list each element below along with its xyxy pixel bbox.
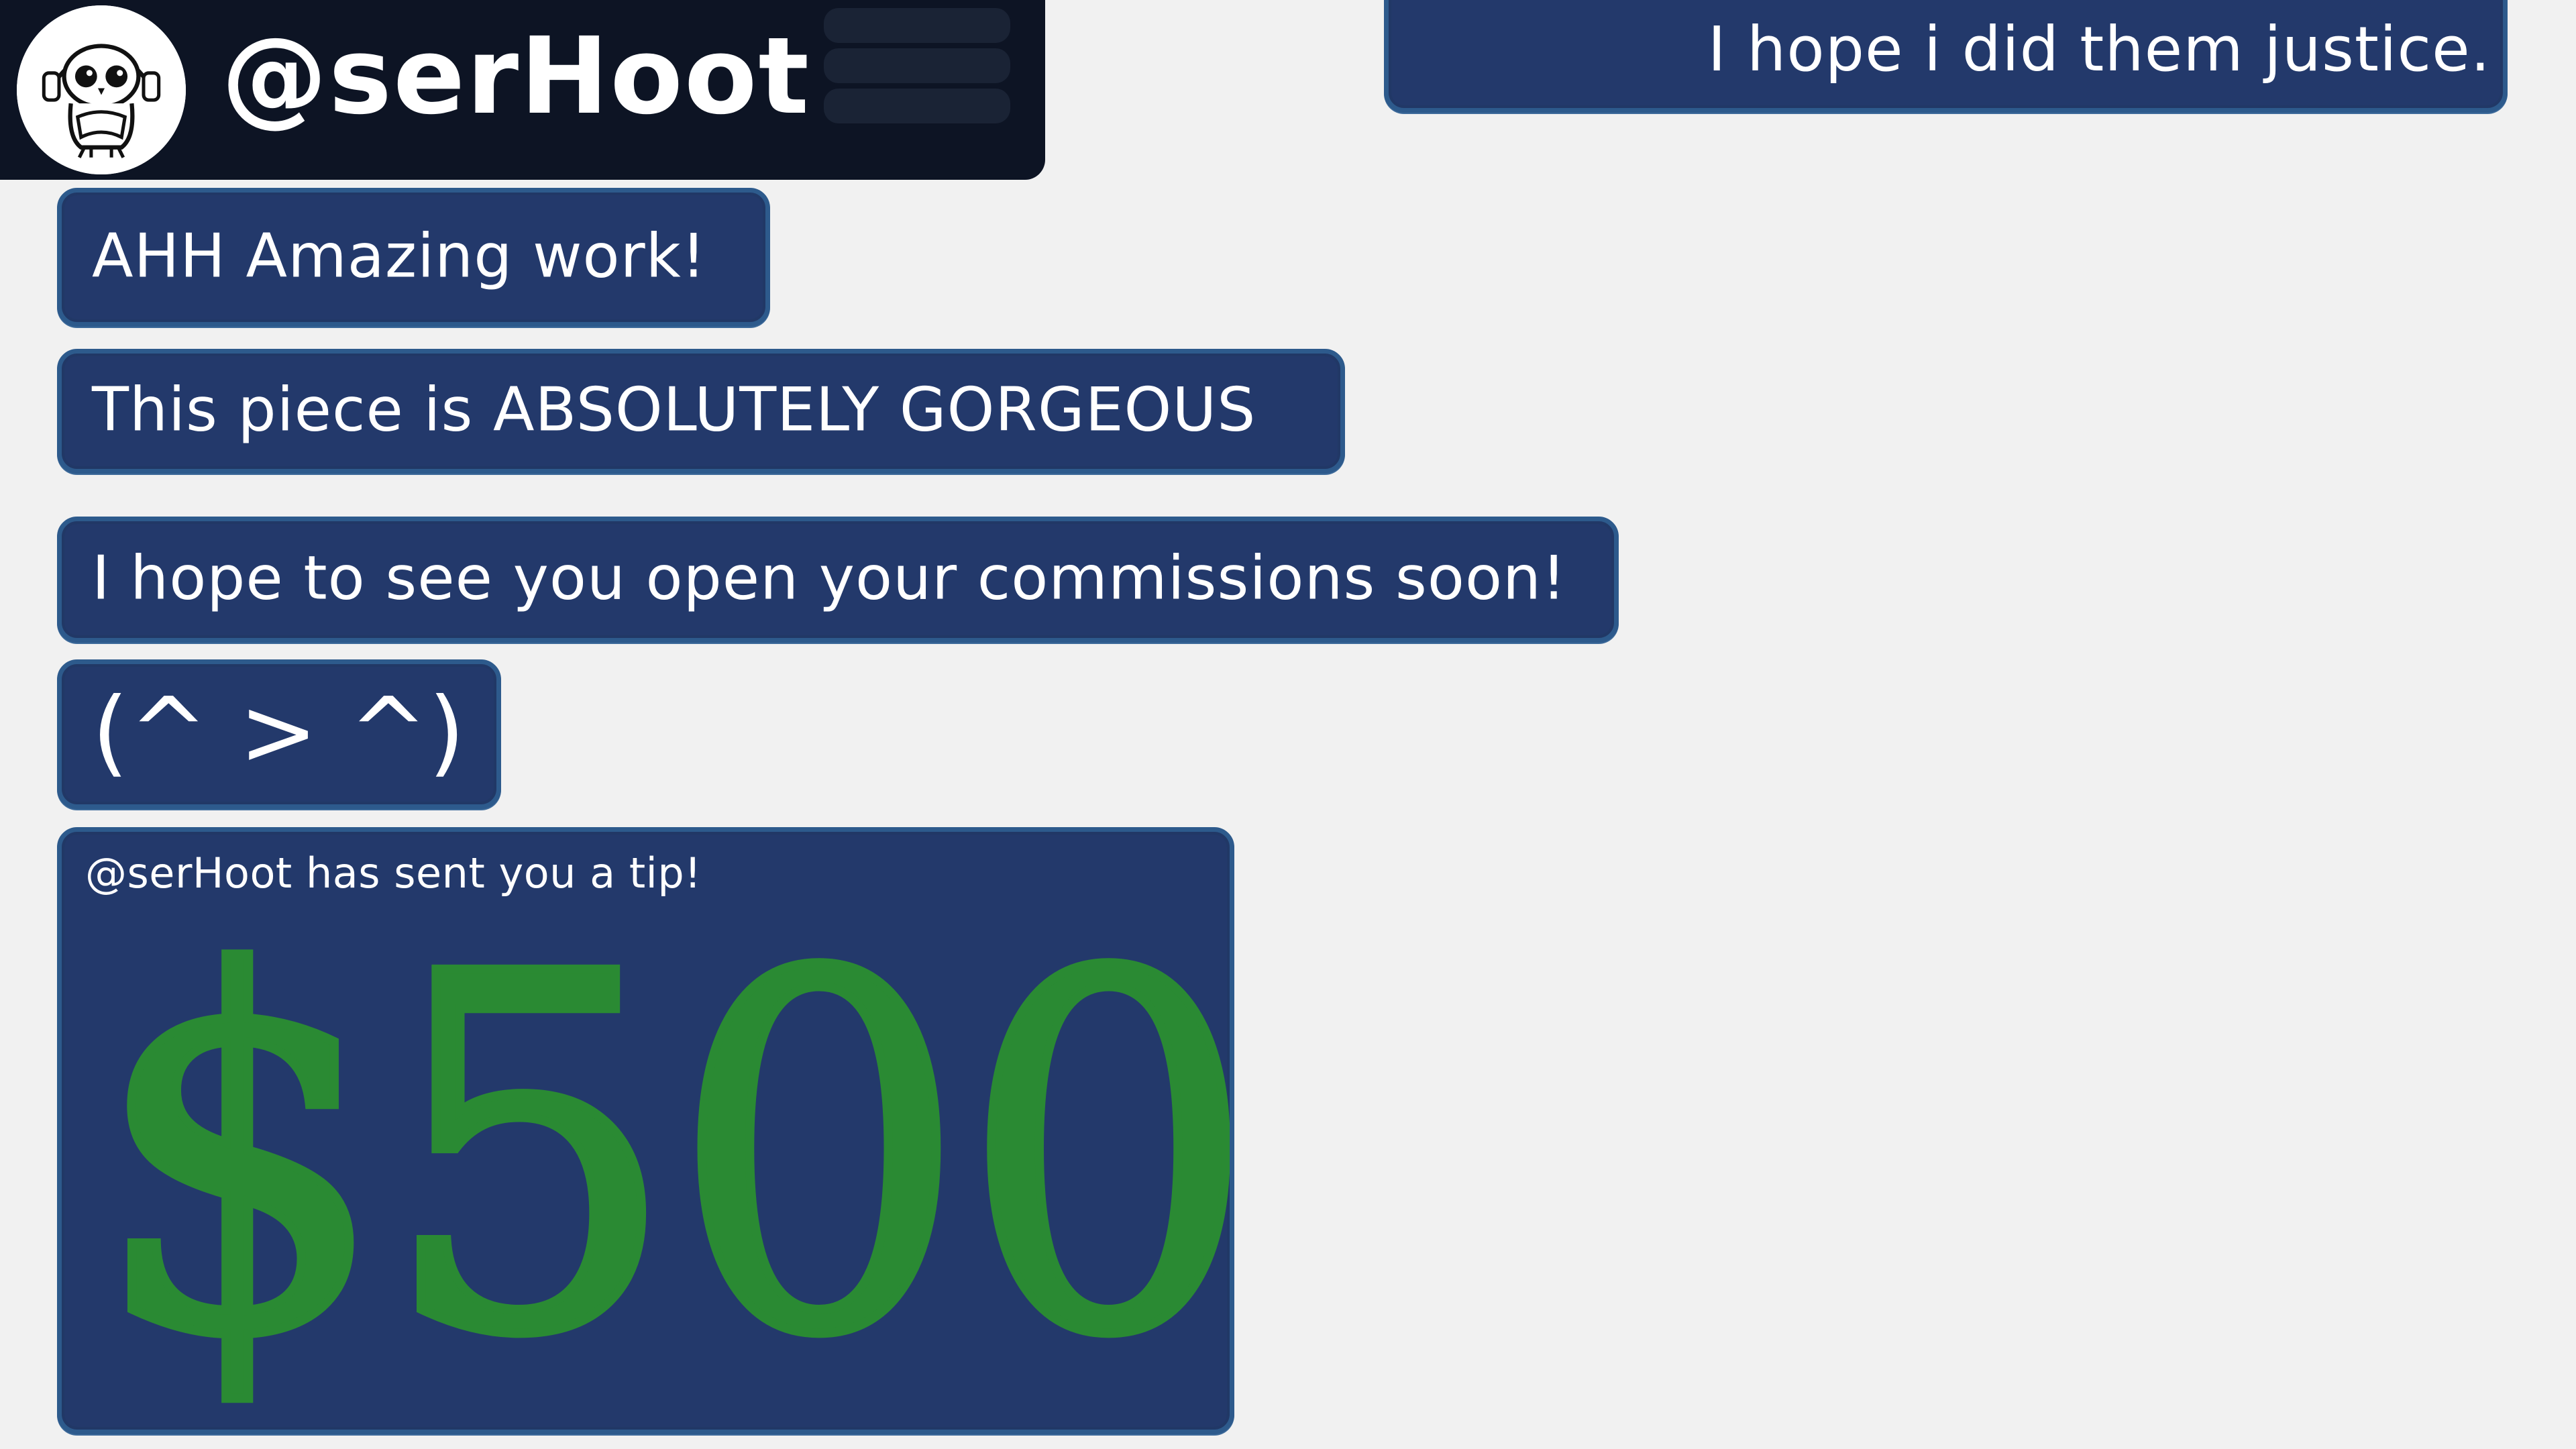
message-text: I hope to see you open your commissions … [92, 543, 1567, 614]
outgoing-message-text: I hope i did them justice. [1707, 13, 2491, 85]
menu-bar [824, 8, 1010, 43]
outgoing-message: I hope i did them justice. [1384, 0, 2508, 113]
menu-bar [824, 89, 1010, 123]
chat-header: @serHoot [0, 0, 1045, 180]
incoming-message: AHH Amazing work! [57, 188, 770, 327]
message-text: AHH Amazing work! [92, 220, 706, 291]
message-text: (^ > ^) [92, 677, 466, 787]
message-text: This piece is ABSOLUTELY GORGEOUS [92, 374, 1256, 445]
incoming-message: I hope to see you open your commissions … [57, 517, 1619, 643]
menu-icon[interactable] [824, 8, 1010, 129]
incoming-message: This piece is ABSOLUTELY GORGEOUS [57, 349, 1345, 474]
tip-message: @serHoot has sent you a tip! $5000 [57, 827, 1234, 1434]
owl-avatar-icon[interactable] [17, 5, 186, 174]
contact-username: @serHoot [221, 15, 810, 138]
incoming-message: (^ > ^) [57, 659, 501, 809]
tip-amount: $5000 [87, 872, 1234, 1434]
menu-bar [824, 48, 1010, 83]
